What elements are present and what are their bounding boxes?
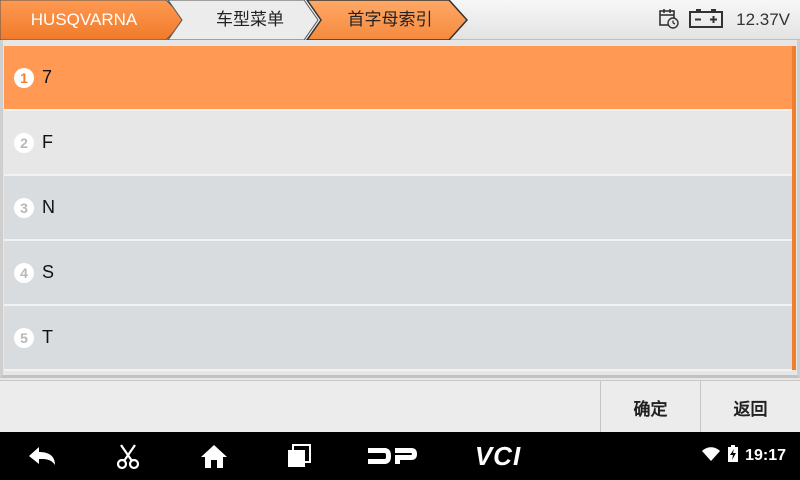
list-item-3[interactable]: 3 N [4,176,792,241]
vci-icon[interactable]: VCI [462,432,534,480]
item-label: T [42,327,53,347]
breadcrumb-label: 车型菜单 [216,10,284,29]
scissors-icon[interactable] [110,432,146,480]
breadcrumb-label: 首字母索引 [347,10,433,29]
item-number-badge: 4 [14,262,34,283]
status-area: 12.37V [658,0,790,40]
system-status: 19:17 [701,432,786,480]
item-label: F [42,132,53,152]
system-nav-bar: DP VCI 19:17 [0,432,800,480]
list-scrollbar[interactable] [792,46,796,370]
home-icon[interactable] [196,432,232,480]
back-button[interactable]: 返回 [700,381,800,433]
item-number-badge: 3 [14,197,34,218]
action-bar: 确定 返回 [0,380,800,433]
dp-logo-icon[interactable]: DP [360,432,424,480]
item-number-badge: 5 [14,327,34,348]
letter-index-list: 1 7 2 F 3 N 4 S 5 T [4,46,792,371]
breadcrumb-item-model-menu[interactable]: 车型菜单 [162,0,320,40]
header-bar: HUSQVARNA 车型菜单 首字母索引 12.37V [0,0,800,40]
clock: 19:17 [745,447,786,464]
list-item-5[interactable]: 5 T [4,306,792,371]
list-item-2[interactable]: 2 F [4,111,792,176]
breadcrumb-label: HUSQVARNA [30,10,138,29]
battery-icon [688,7,724,34]
item-label: S [42,262,55,282]
breadcrumb-item-letter-index[interactable]: 首字母索引 [305,0,475,40]
wifi-icon [701,446,721,467]
item-label: 7 [42,67,53,87]
recent-apps-icon[interactable] [282,432,316,480]
confirm-button[interactable]: 确定 [600,381,700,433]
list-item-4[interactable]: 4 S [4,241,792,306]
item-number-badge: 2 [14,132,34,153]
back-arrow-icon[interactable] [22,432,62,480]
battery-charging-icon [727,444,739,468]
item-number-badge: 1 [14,67,34,88]
battery-voltage: 12.37V [736,10,790,29]
vci-label: VCI [474,440,522,471]
list-item-1[interactable]: 1 7 [4,46,792,111]
item-label: N [42,197,55,217]
app-window: HUSQVARNA 车型菜单 首字母索引 12.37V 1 7 2 F 3 N … [0,0,800,480]
calendar-clock-icon[interactable] [658,7,680,34]
